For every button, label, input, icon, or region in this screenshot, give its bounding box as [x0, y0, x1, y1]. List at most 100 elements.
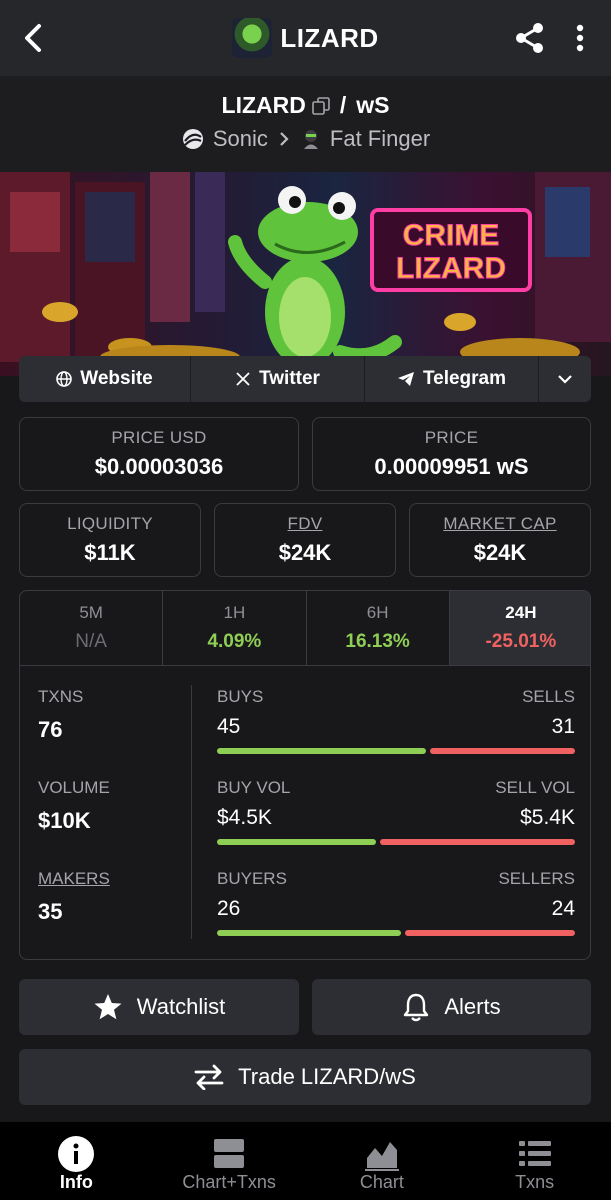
makers-metric[interactable]: MAKERS 35	[38, 869, 110, 925]
market-cap-value: $24K	[473, 540, 527, 565]
share-icon[interactable]	[512, 20, 548, 56]
fdv-value: $24K	[278, 540, 332, 565]
buys-sells-split: BUYS SELLS 45 31	[217, 687, 575, 754]
stats-divider	[191, 685, 192, 939]
star-icon	[94, 994, 122, 1020]
buy-vol-value: $4.5K	[217, 806, 272, 829]
nav-info-label: Info	[59, 1172, 93, 1192]
fat-finger-dex-icon	[303, 130, 318, 149]
buyers-value: 26	[217, 897, 241, 920]
nav-chart-label: Chart	[359, 1172, 404, 1192]
stats-panel: 5M N/A 1H 4.09% 6H 16.13% 24H -25.01% TX…	[19, 590, 591, 960]
sonic-chain-icon	[182, 129, 203, 149]
base-token-symbol: LIZARD	[221, 92, 306, 118]
quote-token-symbol: wS	[356, 92, 390, 118]
volume-label: VOLUME	[38, 778, 110, 797]
nav-chart-txns[interactable]: Chart+Txns	[153, 1122, 306, 1200]
fdv-card[interactable]: FDV $24K	[214, 503, 396, 577]
sells-label: SELLS	[522, 687, 575, 706]
buys-sells-bar	[217, 748, 575, 754]
tab-6h-value: 16.13%	[345, 631, 410, 652]
tab-24h[interactable]: 24H -25.01%	[449, 591, 590, 665]
tab-6h-label: 6H	[366, 603, 389, 622]
banner-illustration: CRIME LIZARD	[0, 172, 611, 369]
sell-vol-bar-fill	[380, 839, 575, 845]
nav-txns[interactable]: Txns	[458, 1122, 611, 1200]
info-icon	[58, 1136, 95, 1172]
volume-bar	[217, 839, 575, 845]
sells-bar-fill	[430, 748, 575, 754]
bell-icon	[404, 993, 429, 1022]
list-icon	[518, 1141, 551, 1166]
banner-sign-line1: CRIME	[403, 219, 500, 252]
telegram-button[interactable]: Telegram	[365, 356, 539, 402]
website-label: Website	[80, 368, 153, 389]
fdv-label[interactable]: FDV	[215, 514, 395, 534]
more-vertical-icon[interactable]	[566, 20, 594, 56]
twitter-button[interactable]: Twitter	[191, 356, 365, 402]
pair-separator: /	[339, 92, 347, 118]
tab-24h-label: 24H	[505, 603, 537, 622]
bottom-navigation: Info Chart+Txns Chart Txns	[0, 1122, 611, 1200]
swap-arrows-icon	[194, 1064, 224, 1090]
makers-label[interactable]: MAKERS	[38, 869, 110, 889]
buy-sell-volume-split: BUY VOL SELL VOL $4.5K $5.4K	[217, 778, 575, 845]
market-cap-label[interactable]: MARKET CAP	[410, 514, 590, 534]
telegram-label: Telegram	[422, 368, 507, 389]
nav-chart[interactable]: Chart	[306, 1122, 459, 1200]
sell-vol-label: SELL VOL	[495, 778, 575, 797]
buyers-sellers-bar	[217, 930, 575, 936]
chart-icon	[364, 1142, 399, 1171]
market-cap-card[interactable]: MARKET CAP $24K	[409, 503, 591, 577]
nav-chart-txns-label: Chart+Txns	[182, 1172, 276, 1192]
buys-label: BUYS	[217, 687, 264, 706]
price-native-value: 0.00009951 wS	[374, 454, 529, 479]
token-banner-image: CRIME LIZARD	[0, 172, 611, 376]
chain-link[interactable]: Sonic	[213, 126, 268, 152]
tab-24h-value: -25.01%	[485, 631, 557, 652]
nav-info[interactable]: Info	[0, 1122, 153, 1200]
social-links-bar: Website Twitter Telegram	[19, 356, 591, 402]
sellers-value: 24	[551, 897, 575, 920]
timeframe-tabs: 5M N/A 1H 4.09% 6H 16.13% 24H -25.01%	[20, 591, 590, 666]
watchlist-button[interactable]: Watchlist	[19, 979, 299, 1035]
socials-expand-button[interactable]	[539, 356, 591, 402]
tab-1h[interactable]: 1H 4.09%	[163, 591, 307, 665]
tab-5m-value: N/A	[75, 631, 107, 652]
makers-value: 35	[38, 899, 63, 924]
alerts-button[interactable]: Alerts	[312, 979, 591, 1035]
alerts-label: Alerts	[444, 994, 501, 1019]
price-usd-label: PRICE USD	[111, 428, 207, 447]
buys-value: 45	[217, 715, 241, 738]
liquidity-label: LIQUIDITY	[67, 514, 153, 533]
txns-label: TXNS	[38, 687, 84, 706]
liquidity-value: $11K	[84, 540, 136, 565]
back-arrow-icon[interactable]	[16, 20, 52, 56]
nav-txns-label: Txns	[515, 1172, 555, 1192]
tab-6h[interactable]: 6H 16.13%	[307, 591, 450, 665]
tab-5m[interactable]: 5M N/A	[20, 591, 164, 665]
chevron-right-icon	[280, 132, 289, 146]
trade-button[interactable]: Trade LIZARD/wS	[19, 1049, 591, 1105]
token-avatar	[232, 18, 273, 58]
buy-vol-bar-fill	[217, 839, 376, 845]
buyers-bar-fill	[217, 930, 401, 936]
price-native-card: PRICE 0.00009951 wS	[312, 417, 591, 491]
globe-icon	[56, 371, 73, 387]
pair-header: LIZARD / wS Sonic Fat Finger	[0, 76, 611, 172]
price-usd-value: $0.00003036	[94, 454, 224, 479]
telegram-icon	[397, 372, 414, 386]
txns-metric: TXNS 76	[38, 687, 83, 743]
twitter-label: Twitter	[259, 368, 320, 389]
liquidity-card: LIQUIDITY $11K	[19, 503, 201, 577]
watchlist-label: Watchlist	[136, 994, 226, 1019]
banner-sign-line2: LIZARD	[396, 252, 506, 285]
x-twitter-icon	[236, 372, 250, 386]
website-button[interactable]: Website	[19, 356, 191, 402]
top-app-bar: LIZARD	[0, 0, 611, 76]
dex-link[interactable]: Fat Finger	[330, 126, 430, 152]
page-title: LIZARD	[280, 22, 379, 53]
chevron-down-icon	[558, 375, 572, 384]
tab-1h-label: 1H	[223, 603, 246, 622]
copy-icon[interactable]	[312, 96, 330, 115]
